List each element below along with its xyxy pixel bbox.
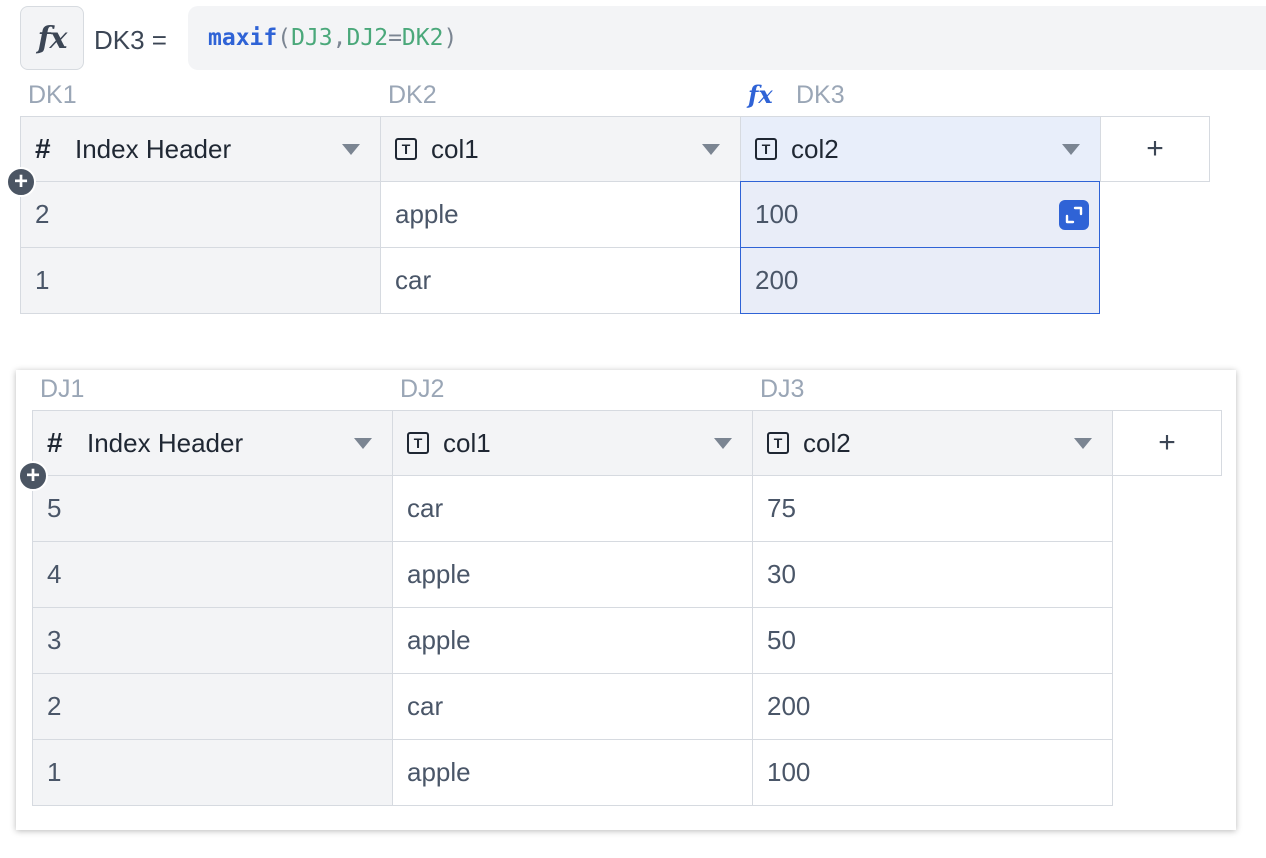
header-col1[interactable]: T col1 bbox=[380, 116, 741, 182]
table-cell[interactable]: car bbox=[392, 673, 753, 740]
hash-icon: # bbox=[35, 133, 51, 164]
table-cell-selected[interactable]: 200 bbox=[740, 247, 1100, 314]
header-index[interactable]: # Index Header bbox=[20, 116, 381, 182]
formula-arg-1: DJ3 bbox=[291, 25, 333, 51]
text-type-icon: T bbox=[407, 432, 429, 454]
header-col2[interactable]: T col2 bbox=[752, 410, 1113, 476]
dropdown-arrow-icon[interactable] bbox=[702, 143, 720, 155]
table-cell[interactable]: 2 bbox=[20, 181, 381, 248]
formula-input[interactable]: maxif(DJ3, DJ2 = DK2) bbox=[188, 6, 1266, 70]
table-cell[interactable]: car bbox=[392, 475, 753, 542]
formula-arg-3: DK2 bbox=[401, 25, 444, 51]
text-type-icon: T bbox=[755, 138, 777, 160]
table-cell[interactable]: apple bbox=[392, 739, 753, 806]
table-cell[interactable]: 30 bbox=[752, 541, 1113, 608]
fx-icon: fx bbox=[748, 80, 773, 109]
column-label-dk1: DK1 bbox=[28, 81, 77, 109]
table-cell[interactable]: 1 bbox=[32, 739, 393, 806]
table-cell-selected[interactable]: 100 bbox=[740, 181, 1100, 248]
hash-icon: # bbox=[47, 427, 63, 458]
column-label-dj3: DJ3 bbox=[760, 375, 805, 403]
header-label: col1 bbox=[431, 133, 479, 164]
table-cell[interactable]: 100 bbox=[752, 739, 1113, 806]
table-cell[interactable]: 3 bbox=[32, 607, 393, 674]
header-col2[interactable]: T col2 bbox=[740, 116, 1101, 182]
table-cell[interactable]: car bbox=[380, 247, 741, 314]
header-label: col2 bbox=[803, 427, 851, 458]
table-cell[interactable]: 75 bbox=[752, 475, 1113, 542]
dropdown-arrow-icon[interactable] bbox=[1062, 143, 1080, 155]
header-label: Index Header bbox=[87, 427, 244, 458]
formula-fx-button[interactable]: fx bbox=[20, 6, 84, 70]
dropdown-arrow-icon[interactable] bbox=[342, 143, 360, 155]
table-cell[interactable]: 200 bbox=[752, 673, 1113, 740]
header-col1[interactable]: T col1 bbox=[392, 410, 753, 476]
formula-paren-close: ) bbox=[443, 25, 458, 51]
formula-equals: = bbox=[388, 25, 402, 51]
cell-value: 100 bbox=[755, 199, 799, 229]
table-cell[interactable]: apple bbox=[380, 181, 741, 248]
table-cell[interactable]: 50 bbox=[752, 607, 1113, 674]
formula-paren-open: ( bbox=[277, 25, 292, 51]
formula-function: maxif bbox=[208, 25, 278, 51]
table-cell[interactable]: 1 bbox=[20, 247, 381, 314]
dropdown-arrow-icon[interactable] bbox=[1074, 437, 1092, 449]
header-label: Index Header bbox=[75, 133, 232, 164]
column-label-dj1: DJ1 bbox=[40, 375, 85, 403]
text-type-icon: T bbox=[395, 138, 417, 160]
table-cell[interactable]: 5 bbox=[32, 475, 393, 542]
header-label: col1 bbox=[443, 427, 491, 458]
add-column-button[interactable]: + bbox=[1100, 116, 1210, 182]
header-index[interactable]: # Index Header bbox=[32, 410, 393, 476]
column-label-dj2: DJ2 bbox=[400, 375, 445, 403]
expand-icon[interactable] bbox=[1059, 200, 1089, 230]
add-column-button[interactable]: + bbox=[1112, 410, 1222, 476]
dropdown-arrow-icon[interactable] bbox=[354, 437, 372, 449]
header-label: col2 bbox=[791, 133, 839, 164]
formula-arg-2: DJ2 bbox=[346, 25, 389, 51]
table-cell[interactable]: apple bbox=[392, 541, 753, 608]
table-cell[interactable]: apple bbox=[392, 607, 753, 674]
table-cell[interactable]: 4 bbox=[32, 541, 393, 608]
fx-icon: fx bbox=[37, 20, 68, 56]
formula-cell-reference: DK3 = bbox=[94, 25, 167, 55]
table-cell[interactable]: 2 bbox=[32, 673, 393, 740]
text-type-icon: T bbox=[767, 432, 789, 454]
column-label-dk3: DK3 bbox=[796, 81, 845, 109]
add-row-icon[interactable]: + bbox=[18, 461, 48, 491]
formula-comma: , bbox=[332, 25, 347, 51]
column-label-dk2: DK2 bbox=[388, 81, 437, 109]
dropdown-arrow-icon[interactable] bbox=[714, 437, 732, 449]
add-row-icon[interactable]: + bbox=[6, 167, 36, 197]
